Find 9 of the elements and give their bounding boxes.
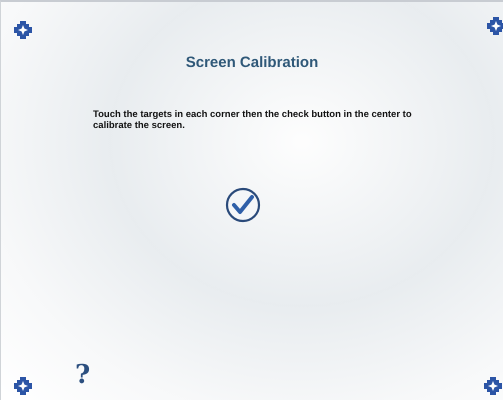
confirm-button[interactable] xyxy=(225,187,261,223)
instructions-text: Touch the targets in each corner then the check button in the center to calibrate the screen. xyxy=(93,109,413,131)
help-button[interactable]: ? xyxy=(75,360,90,390)
screen-title: Screen Calibration xyxy=(186,54,318,71)
crosshair-target-icon[interactable] xyxy=(483,376,503,396)
crosshair-target-icon[interactable] xyxy=(486,16,503,36)
checkmark-icon xyxy=(225,187,261,223)
crosshair-target-icon[interactable] xyxy=(13,20,33,40)
crosshair-target-icon[interactable] xyxy=(13,376,33,396)
